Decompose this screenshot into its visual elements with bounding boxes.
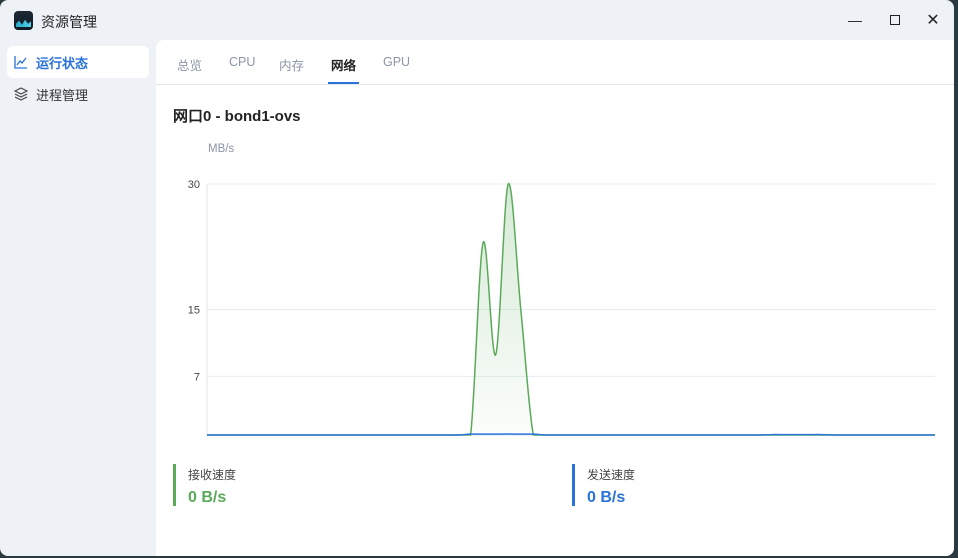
layers-icon xyxy=(14,87,28,101)
receive-speed-value: 0 B/s xyxy=(188,489,227,506)
resource-manager-window: 资源管理 — ✕ 运行状态 进程管理 总览 CPU 内存 网络 GPU 网口0 … xyxy=(0,0,954,556)
app-logo-icon xyxy=(14,11,33,30)
send-speed-label: 发送速度 xyxy=(587,468,636,482)
maximize-icon xyxy=(890,15,900,25)
network-chart: 30 15 7 xyxy=(188,179,935,436)
y-tick-label: 7 xyxy=(194,371,200,383)
minimize-button[interactable]: — xyxy=(837,6,873,34)
app-title: 资源管理 xyxy=(41,14,97,30)
close-button[interactable]: ✕ xyxy=(915,6,951,34)
sidebar-item-label: 运行状态 xyxy=(36,55,89,71)
send-speed-stat: 发送速度 0 B/s xyxy=(572,464,635,506)
send-series-line xyxy=(206,433,935,436)
main-panel: 总览 CPU 内存 网络 GPU 网口0 - bond1-ovs MB/s 30… xyxy=(156,40,954,556)
sidebar-item-process[interactable]: 进程管理 xyxy=(7,78,149,110)
receive-speed-label: 接收速度 xyxy=(188,468,237,482)
send-speed-value: 0 B/s xyxy=(587,489,626,506)
sidebar-item-label: 进程管理 xyxy=(36,87,89,103)
maximize-button[interactable] xyxy=(877,6,913,34)
y-tick-label: 30 xyxy=(188,179,200,191)
y-tick-label: 15 xyxy=(188,305,200,317)
sidebar-item-status[interactable]: 运行状态 xyxy=(7,46,149,78)
line-chart-icon xyxy=(14,55,28,69)
receive-speed-stat: 接收速度 0 B/s xyxy=(173,464,236,506)
title-bar: 资源管理 — ✕ xyxy=(0,0,954,40)
